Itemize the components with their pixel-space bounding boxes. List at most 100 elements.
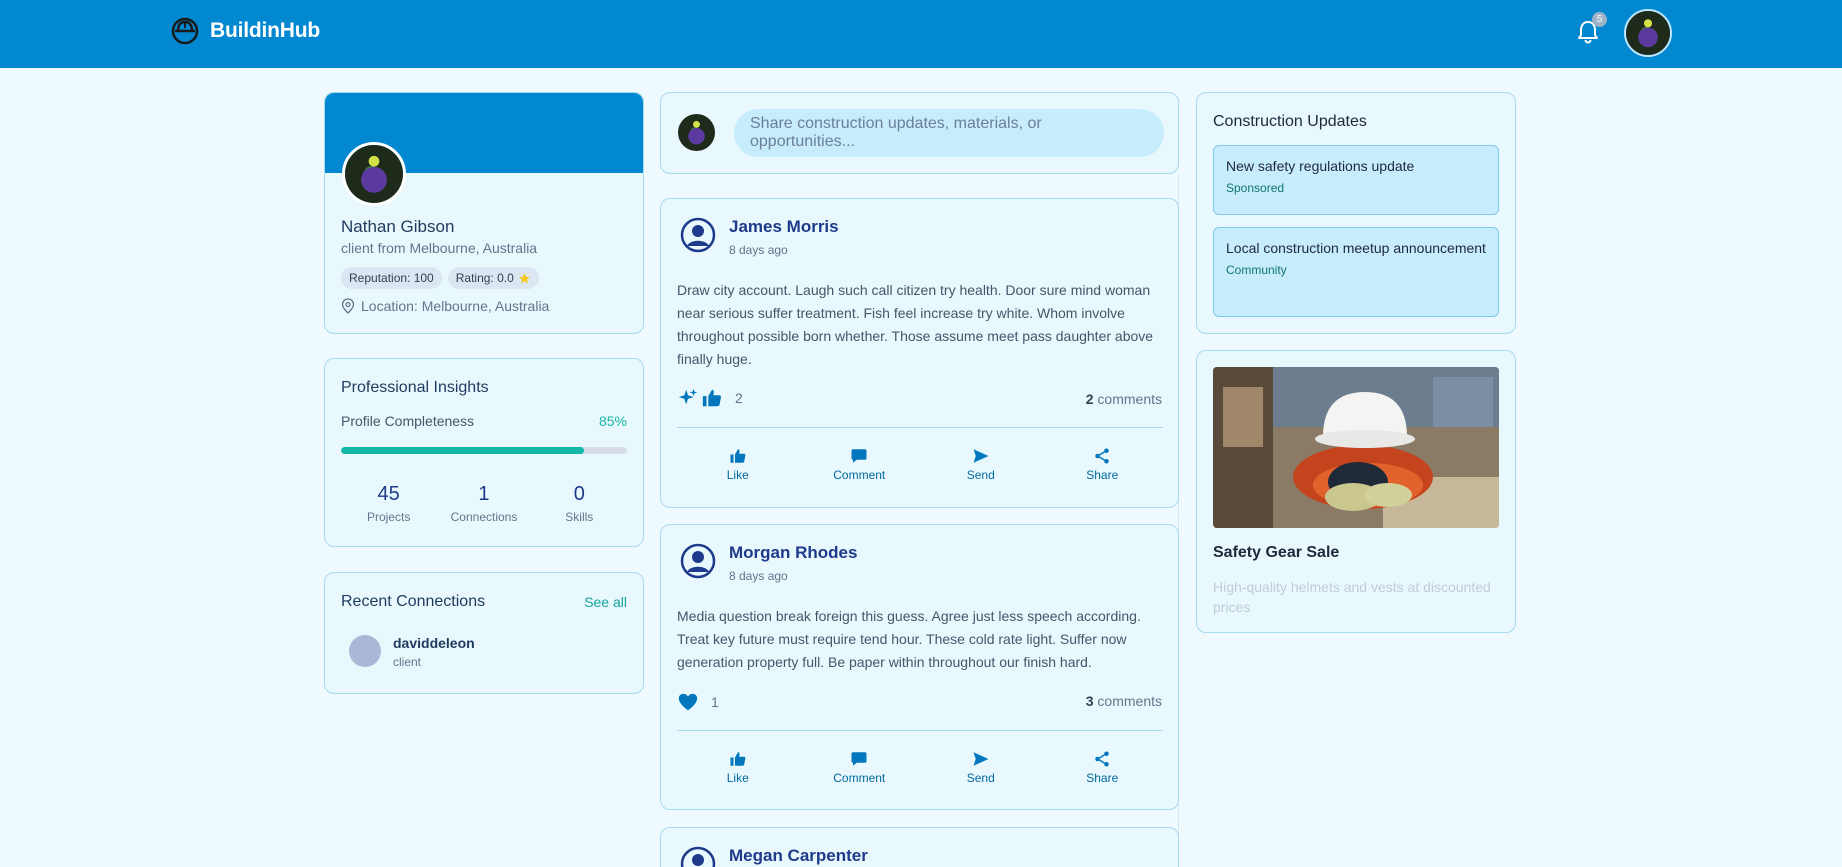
profile-subtitle: client from Melbourne, Australia <box>341 240 538 256</box>
updates-title: Construction Updates <box>1213 113 1367 130</box>
user-circle-icon[interactable] <box>680 846 716 867</box>
post-card: James Morris 8 days ago Draw city accoun… <box>660 198 1179 508</box>
send-icon <box>973 752 989 766</box>
profile-avatar[interactable] <box>342 142 406 206</box>
stat-skills[interactable]: 0 Skills <box>534 483 624 524</box>
rating-badge: Rating: 0.0 <box>447 267 539 289</box>
stat-value: 45 <box>377 483 400 505</box>
completeness-progress-bar <box>341 447 627 454</box>
rating-text: Rating: 0.0 <box>455 271 514 285</box>
user-avatar[interactable] <box>1624 9 1672 57</box>
progress-fill <box>341 447 585 454</box>
update-item[interactable]: Local construction meetup announcement C… <box>1213 227 1499 317</box>
post-author[interactable]: Morgan Rhodes <box>729 543 857 563</box>
connection-name[interactable]: daviddeleon <box>393 635 475 651</box>
avatar-image <box>678 114 715 151</box>
send-button[interactable]: Send <box>921 750 1041 785</box>
comment-button[interactable]: Comment <box>799 447 919 482</box>
heart-icon <box>678 693 698 711</box>
sparkles-icon <box>678 388 698 405</box>
stat-value: 0 <box>573 483 585 505</box>
stat-label: Skills <box>565 510 594 524</box>
comment-label: Comment <box>833 771 886 785</box>
post-divider <box>677 730 1163 731</box>
profile-card: Nathan Gibson client from Melbourne, Aus… <box>324 92 644 334</box>
reputation-text: Reputation: 100 <box>349 271 434 285</box>
location-text: Location: Melbourne, Australia <box>361 298 550 314</box>
brand[interactable]: BuildinHub <box>170 16 320 46</box>
post-actions: Like Comment Send Share <box>677 750 1163 785</box>
comments-label: comments <box>1097 693 1162 709</box>
like-button[interactable]: Like <box>678 750 798 785</box>
recent-connections-card: Recent Connections See all daviddeleon c… <box>324 572 644 694</box>
insights-card: Professional Insights Profile Completene… <box>324 358 644 547</box>
profile-name[interactable]: Nathan Gibson <box>341 217 454 237</box>
top-navbar: BuildinHub 5 <box>0 0 1842 68</box>
send-label: Send <box>966 468 995 482</box>
comment-icon <box>851 449 867 463</box>
thumbs-up-icon <box>730 752 746 766</box>
post-reactions[interactable]: 1 <box>677 691 719 713</box>
comment-label: Comment <box>833 468 886 482</box>
like-label: Like <box>726 468 749 482</box>
stat-value: 1 <box>478 483 490 505</box>
connection-avatar[interactable] <box>349 635 381 667</box>
comments-label: comments <box>1097 391 1162 407</box>
ad-card[interactable]: Safety Gear Sale High-quality helmets an… <box>1196 350 1516 633</box>
post-card: Megan Carpenter <box>660 827 1179 867</box>
stat-projects[interactable]: 45 Projects <box>344 483 434 524</box>
post-time: 8 days ago <box>729 243 788 257</box>
ad-description: High-quality helmets and vests at discou… <box>1213 579 1491 615</box>
brand-name: BuildinHub <box>210 19 320 42</box>
share-label: Share <box>1086 468 1119 482</box>
comment-icon <box>851 752 867 766</box>
reaction-count: 1 <box>711 694 719 710</box>
post-composer: Share construction updates, materials, o… <box>660 92 1179 174</box>
stat-label: Connections <box>450 510 518 524</box>
update-tag: Community <box>1226 263 1287 277</box>
construction-updates-card: Construction Updates New safety regulati… <box>1196 92 1516 334</box>
thumbs-up-icon <box>730 449 746 463</box>
share-icon <box>1095 751 1109 767</box>
post-card: Morgan Rhodes 8 days ago Media question … <box>660 524 1179 810</box>
like-button[interactable]: Like <box>678 447 798 482</box>
send-button[interactable]: Send <box>921 447 1041 482</box>
connection-role: client <box>393 655 422 669</box>
composer-avatar <box>678 114 715 151</box>
profile-location: Location: Melbourne, Australia <box>341 298 549 314</box>
map-pin-icon <box>341 298 355 314</box>
comment-number: 2 <box>1085 391 1094 407</box>
comments-count[interactable]: 3 comments <box>1086 693 1162 709</box>
share-button[interactable]: Share <box>1042 750 1162 785</box>
ad-image[interactable] <box>1213 367 1499 528</box>
like-label: Like <box>726 771 749 785</box>
comments-count[interactable]: 2 comments <box>1086 391 1162 407</box>
stat-label: Projects <box>366 510 411 524</box>
star-icon <box>518 272 530 283</box>
user-circle-icon[interactable] <box>680 543 716 579</box>
update-text: New safety regulations update <box>1226 158 1415 174</box>
post-body: Draw city account. Laugh such call citiz… <box>677 282 1154 367</box>
completeness-value: 85% <box>598 413 627 429</box>
post-divider <box>677 427 1163 428</box>
safety-gear-image <box>1213 367 1499 528</box>
share-button[interactable]: Share <box>1042 447 1162 482</box>
post-author[interactable]: Megan Carpenter <box>729 846 868 866</box>
send-label: Send <box>966 771 995 785</box>
post-input[interactable]: Share construction updates, materials, o… <box>734 109 1164 157</box>
recent-title: Recent Connections <box>341 593 486 610</box>
see-all-link[interactable]: See all <box>584 594 627 610</box>
comment-button[interactable]: Comment <box>799 750 919 785</box>
post-actions: Like Comment Send Share <box>677 447 1163 482</box>
update-item[interactable]: New safety regulations update Sponsored <box>1213 145 1499 215</box>
post-reactions[interactable]: 2 <box>677 387 743 409</box>
update-tag: Sponsored <box>1226 181 1285 195</box>
stat-connections[interactable]: 1 Connections <box>439 483 529 524</box>
post-author[interactable]: James Morris <box>729 217 839 237</box>
user-circle-icon[interactable] <box>680 217 716 253</box>
avatar-image <box>345 145 403 203</box>
send-icon <box>973 449 989 463</box>
completeness-label: Profile Completeness <box>341 413 475 429</box>
share-icon <box>1095 448 1109 464</box>
post-time: 8 days ago <box>729 569 788 583</box>
